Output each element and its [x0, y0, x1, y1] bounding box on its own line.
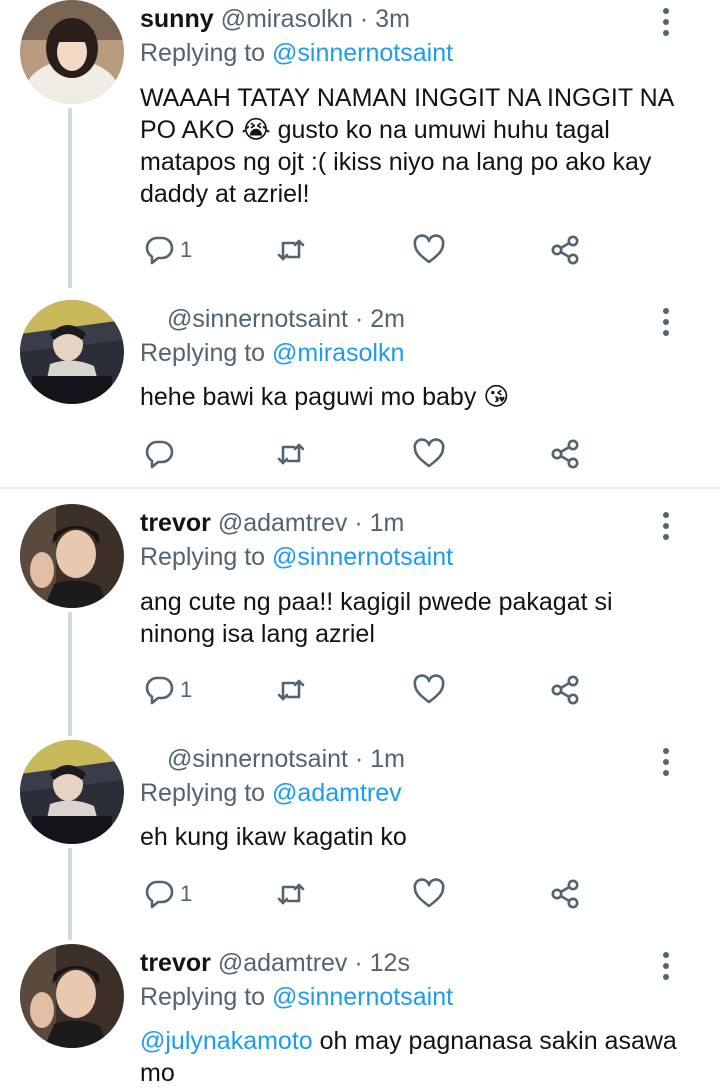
- avatar-trevor[interactable]: [20, 944, 124, 1048]
- more-options-icon[interactable]: [652, 308, 680, 342]
- heart-icon: [413, 234, 445, 264]
- replying-to: Replying to @sinnernotsaint: [140, 982, 453, 1012]
- replying-prefix: Replying to: [140, 543, 266, 571]
- like-button[interactable]: [412, 230, 446, 270]
- avatar-sinnernotsaint[interactable]: [20, 740, 124, 844]
- avatar-sunny[interactable]: [20, 0, 124, 104]
- more-options-icon[interactable]: [652, 512, 680, 546]
- user-handle[interactable]: @sinnernotsaint: [167, 305, 348, 333]
- tweet-text: WAAAH TATAY NAMAN INGGIT NA INGGIT NA PO…: [140, 84, 673, 208]
- like-button[interactable]: [412, 874, 446, 914]
- replying-mention[interactable]: @sinnernotsaint: [272, 983, 453, 1011]
- replying-to: Replying to @sinnernotsaint: [140, 38, 453, 68]
- retweet-button[interactable]: [274, 670, 308, 710]
- tweet-actions: [140, 434, 600, 474]
- display-name[interactable]: trevor: [140, 949, 211, 977]
- reply-button[interactable]: 1: [142, 874, 192, 914]
- more-options-icon[interactable]: [652, 952, 680, 986]
- retweet-button[interactable]: [274, 434, 308, 474]
- display-name[interactable]: trevor: [140, 509, 211, 537]
- retweet-button[interactable]: [274, 874, 308, 914]
- user-handle[interactable]: @adamtrev: [218, 949, 348, 977]
- replying-mention[interactable]: @mirasolkn: [272, 339, 404, 367]
- display-name[interactable]: sunny: [140, 5, 214, 33]
- more-options-icon[interactable]: [652, 8, 680, 42]
- reply-icon: [145, 880, 174, 909]
- tweet-text: @julynakamoto oh may pagnanasa sakin asa…: [140, 1025, 685, 1089]
- tweet-text: eh kung ikaw kagatin ko: [140, 823, 407, 851]
- replying-prefix: Replying to: [140, 339, 266, 367]
- retweet-icon: [277, 679, 305, 701]
- retweet-button[interactable]: [274, 230, 308, 270]
- heart-icon: [413, 878, 445, 908]
- tweet-header: @sinnernotsaint · 1m: [140, 744, 405, 774]
- tweet-text: hehe bawi ka paguwi mo baby 😘: [140, 383, 510, 411]
- tweet-actions: 1: [140, 230, 600, 270]
- conversation-divider: [0, 487, 720, 489]
- retweet-icon: [277, 443, 305, 465]
- like-button[interactable]: [412, 434, 446, 474]
- reply-icon: [145, 676, 174, 705]
- thread-line: [68, 848, 72, 940]
- replying-mention[interactable]: @adamtrev: [272, 779, 402, 807]
- text-mention[interactable]: @julynakamoto: [140, 1027, 313, 1055]
- share-button[interactable]: [548, 670, 582, 710]
- share-button[interactable]: [548, 434, 582, 474]
- more-options-icon[interactable]: [652, 748, 680, 782]
- replying-prefix: Replying to: [140, 779, 266, 807]
- reply-button[interactable]: 1: [142, 670, 192, 710]
- reply-button[interactable]: [142, 434, 180, 474]
- tweet-actions: 1: [140, 670, 600, 710]
- user-handle[interactable]: @sinnernotsaint: [167, 745, 348, 773]
- tweet-header: trevor @adamtrev · 1m: [140, 508, 404, 538]
- replying-to: Replying to @mirasolkn: [140, 338, 404, 368]
- reply-button[interactable]: 1: [142, 230, 192, 270]
- reply-icon: [145, 440, 174, 469]
- tweet-actions: 1: [140, 874, 600, 914]
- tweet-header: sunny @mirasolkn · 3m: [140, 4, 410, 34]
- tweet-header: trevor @adamtrev · 12s: [140, 948, 410, 978]
- share-button[interactable]: [548, 230, 582, 270]
- share-icon: [551, 235, 579, 265]
- user-handle[interactable]: @adamtrev: [218, 509, 348, 537]
- replying-mention[interactable]: @sinnernotsaint: [272, 39, 453, 67]
- replying-mention[interactable]: @sinnernotsaint: [272, 543, 453, 571]
- share-button[interactable]: [548, 874, 582, 914]
- share-icon: [551, 675, 579, 705]
- user-handle[interactable]: @mirasolkn: [221, 5, 353, 33]
- avatar-sinnernotsaint[interactable]: [20, 300, 124, 404]
- timestamp[interactable]: · 1m: [355, 745, 405, 773]
- like-button[interactable]: [412, 670, 446, 710]
- reply-icon: [145, 236, 174, 265]
- timestamp[interactable]: · 2m: [355, 305, 405, 333]
- thread-line: [68, 612, 72, 736]
- reply-count: 1: [180, 881, 193, 906]
- replying-prefix: Replying to: [140, 983, 266, 1011]
- tweet-header: @sinnernotsaint · 2m: [140, 304, 405, 334]
- replying-prefix: Replying to: [140, 39, 266, 67]
- thread-line: [68, 108, 72, 288]
- heart-icon: [413, 674, 445, 704]
- retweet-icon: [277, 883, 305, 905]
- replying-to: Replying to @sinnernotsaint: [140, 542, 453, 572]
- reply-count: 1: [180, 677, 193, 702]
- tweet-text: ang cute ng paa!! kagigil pwede pakagat …: [140, 588, 613, 648]
- reply-count: 1: [180, 237, 193, 262]
- retweet-icon: [277, 239, 305, 261]
- timestamp[interactable]: · 1m: [354, 509, 404, 537]
- share-icon: [551, 879, 579, 909]
- replying-to: Replying to @adamtrev: [140, 778, 402, 808]
- heart-icon: [413, 438, 445, 468]
- timestamp[interactable]: · 12s: [354, 949, 410, 977]
- timestamp[interactable]: · 3m: [360, 5, 410, 33]
- avatar-trevor[interactable]: [20, 504, 124, 608]
- share-icon: [551, 439, 579, 469]
